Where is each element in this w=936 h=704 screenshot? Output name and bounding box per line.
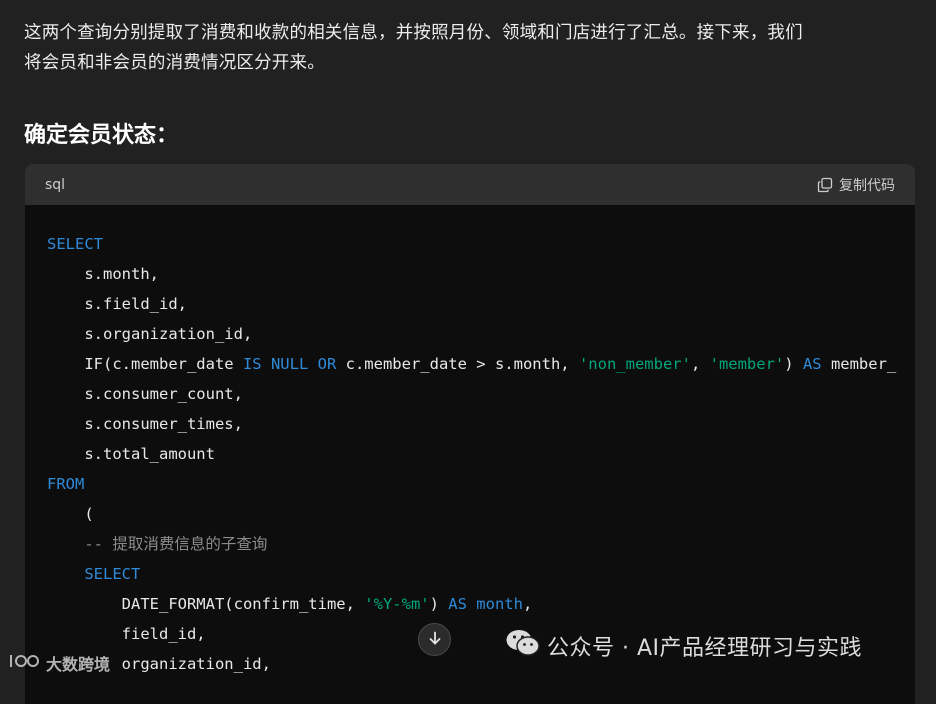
- copy-code-button[interactable]: 复制代码: [817, 175, 895, 195]
- arrow-down-icon: [427, 630, 443, 650]
- code-block: sql 复制代码 SELECT s.month, s.field_id, s.o…: [25, 164, 915, 704]
- code-line: SELECT: [47, 229, 915, 259]
- code-header: sql 复制代码: [25, 164, 915, 205]
- intro-paragraph: 这两个查询分别提取了消费和收款的相关信息，并按照月份、领域和门店进行了汇总。接下…: [24, 18, 914, 78]
- code-token: ): [784, 355, 803, 373]
- watermark-brand-text: 大数跨境: [46, 655, 111, 674]
- code-token: s.consumer_times,: [47, 415, 243, 433]
- code-token: '%Y-%m': [364, 595, 430, 613]
- code-token: (: [47, 505, 94, 523]
- code-token: s.consumer_count,: [47, 385, 243, 403]
- code-token: member_: [821, 355, 897, 373]
- code-token: IS NULL: [242, 355, 309, 373]
- code-line: s.organization_id,: [47, 319, 915, 349]
- code-token: 'non_member': [578, 355, 691, 373]
- code-line: DATE_FORMAT(confirm_time, '%Y-%m') AS mo…: [47, 589, 915, 619]
- code-line: s.consumer_times,: [47, 409, 915, 439]
- code-line: s.total_amount: [47, 439, 915, 469]
- code-token: month: [476, 595, 523, 613]
- code-token: DATE_FORMAT(confirm_time,: [47, 595, 365, 613]
- code-line: SELECT: [47, 559, 915, 589]
- code-token: IF(c.member_date: [47, 355, 243, 373]
- watermark-brand: 大数跨境: [8, 651, 110, 675]
- code-token: AS: [448, 595, 467, 613]
- copy-icon: [817, 177, 833, 193]
- code-token: -- 提取消费信息的子查询: [47, 535, 268, 553]
- code-line: IF(c.member_date IS NULL OR c.member_dat…: [47, 349, 915, 379]
- watermark-wechat-text: 公众号 · AI产品经理研习与实践: [547, 636, 863, 661]
- scroll-to-bottom-button[interactable]: [418, 623, 451, 656]
- wechat-icon: [505, 628, 541, 664]
- code-token: SELECT: [47, 235, 103, 253]
- code-token: ,: [522, 595, 533, 613]
- code-token: ): [429, 595, 449, 613]
- code-token: OR: [317, 355, 337, 373]
- code-line: FROM: [47, 469, 915, 499]
- code-line: s.field_id,: [47, 289, 915, 319]
- code-token: c.member_date > s.month,: [336, 355, 579, 373]
- code-language-label: sql: [45, 176, 66, 193]
- code-line: s.consumer_count,: [47, 379, 915, 409]
- watermark-wechat: 公众号 · AI产品经理研习与实践: [505, 628, 862, 664]
- code-line: (: [47, 499, 915, 529]
- code-token: SELECT: [84, 565, 141, 583]
- code-content[interactable]: SELECT s.month, s.field_id, s.organizati…: [25, 205, 915, 679]
- code-token: s.month,: [47, 265, 159, 283]
- code-token: ,: [690, 355, 710, 373]
- intro-line-2: 将会员和非会员的消费情况区分开来。: [24, 53, 325, 73]
- brand-logo-icon: [8, 652, 42, 674]
- code-token: 'member': [709, 355, 785, 373]
- code-token: s.total_amount: [47, 445, 215, 463]
- code-token: s.organization_id,: [47, 325, 253, 343]
- code-token: FROM: [47, 475, 85, 493]
- section-heading: 确定会员状态：: [24, 123, 179, 148]
- intro-line-1: 这两个查询分别提取了消费和收款的相关信息，并按照月份、领域和门店进行了汇总。接下…: [24, 23, 803, 43]
- code-line: s.month,: [47, 259, 915, 289]
- copy-code-label: 复制代码: [839, 177, 895, 194]
- code-line: -- 提取消费信息的子查询: [47, 529, 915, 559]
- code-token: s.field_id,: [47, 295, 187, 313]
- code-token: AS: [802, 355, 822, 373]
- code-token: field_id,: [47, 625, 206, 643]
